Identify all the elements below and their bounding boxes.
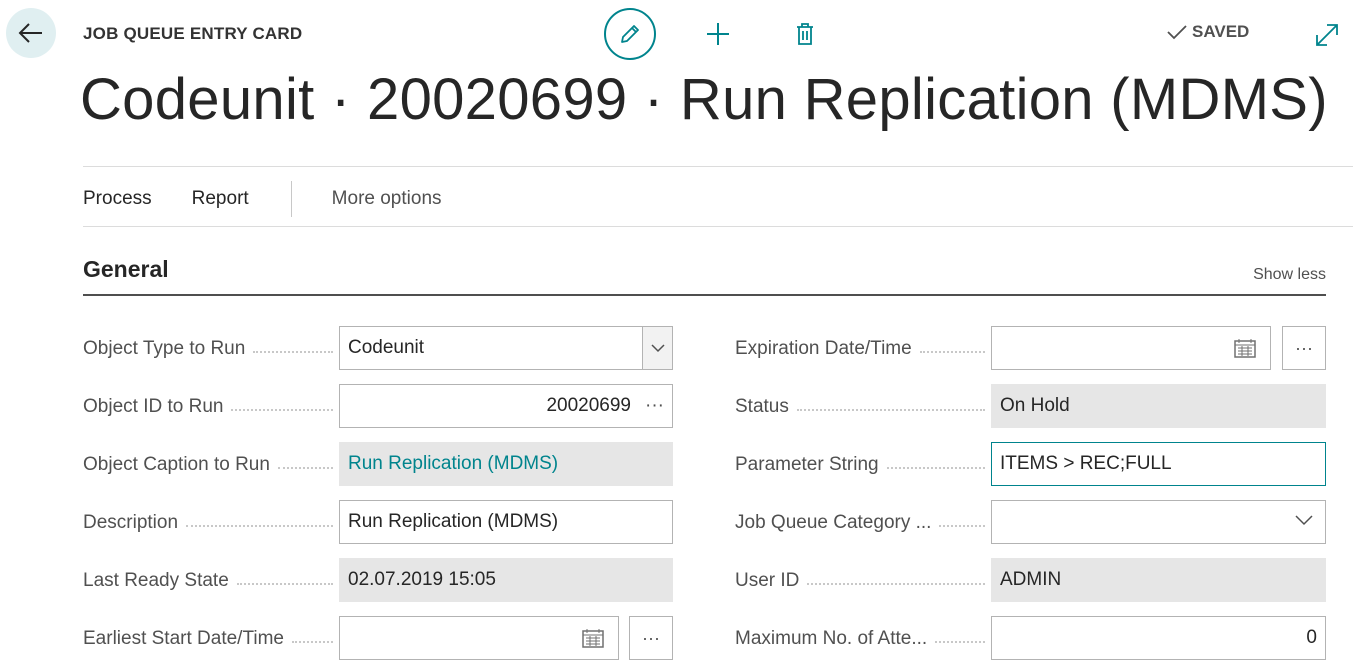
expand-button[interactable] [1314,22,1342,50]
label-leader [796,409,985,411]
description-label: Description [83,512,179,533]
user-id-field: ADMIN [991,558,1326,602]
category-label: Job Queue Category ... [735,512,932,533]
last-ready-state-field: 02.07.2019 15:05 [339,558,673,602]
earliest-start-label: Earliest Start Date/Time [83,628,284,649]
last-ready-state-label: Last Ready State [83,570,229,591]
new-button[interactable] [702,18,734,50]
expiration-lookup[interactable]: ··· [1282,326,1326,370]
parameter-string-label-row: Parameter String [735,443,985,487]
object-type-label-row: Object Type to Run [83,327,333,371]
object-id-label: Object ID to Run [83,396,224,417]
object-type-select[interactable]: Codeunit [339,326,673,370]
edit-button[interactable] [604,8,656,60]
last-ready-state-label-row: Last Ready State [83,559,333,603]
back-arrow-icon [18,23,42,43]
calendar-icon[interactable] [1234,338,1256,358]
status-value: On Hold [1000,395,1070,416]
back-button[interactable] [6,8,56,58]
select-dropdown-button[interactable] [642,327,672,369]
label-leader [236,583,333,585]
last-ready-state-value: 02.07.2019 15:05 [348,569,496,590]
category-select[interactable] [991,500,1326,544]
earliest-start-input[interactable] [339,616,619,660]
object-id-value: 20020699 [546,395,632,416]
max-attempts-value: 0 [1306,627,1317,648]
delete-button[interactable] [790,18,820,50]
earliest-start-label-row: Earliest Start Date/Time [83,617,333,660]
status-label-row: Status [735,385,985,429]
expiration-label: Expiration Date/Time [735,338,912,359]
saved-status: SAVED [1166,22,1249,42]
label-leader [919,351,985,353]
description-input[interactable]: Run Replication (MDMS) [339,500,673,544]
description-label-row: Description [83,501,333,545]
chevron-down-icon [650,343,665,352]
label-leader [935,641,985,643]
object-id-label-row: Object ID to Run [83,385,333,429]
object-type-label: Object Type to Run [83,338,246,359]
object-type-value: Codeunit [348,337,425,358]
saved-label: SAVED [1192,22,1250,41]
parameter-string-label: Parameter String [735,454,879,475]
label-leader [886,467,985,469]
label-leader [186,525,333,527]
max-attempts-input[interactable]: 0 [991,616,1326,660]
object-id-field[interactable]: 20020699 ··· [339,384,673,428]
label-leader [291,641,333,643]
expiration-input[interactable] [991,326,1271,370]
pencil-icon [621,25,639,43]
plus-icon [707,23,729,45]
trash-icon [797,23,813,45]
status-field: On Hold [991,384,1326,428]
checkmark-icon [1167,25,1187,40]
object-id-lookup[interactable]: ··· [645,395,664,417]
status-label: Status [735,396,789,417]
section-title: General [83,256,169,282]
expiration-label-row: Expiration Date/Time [735,327,985,371]
object-caption-link[interactable]: Run Replication (MDMS) [348,453,558,475]
section-underline [83,294,1326,296]
title-divider [83,166,1353,167]
label-leader [807,583,985,585]
action-bar: Process Report More options [83,180,482,218]
action-divider [83,226,1353,227]
max-attempts-label: Maximum No. of Atte... [735,628,928,649]
description-value: Run Replication (MDMS) [348,511,559,532]
page-title: Codeunit · 20020699 · Run Replication (M… [80,67,1328,132]
user-id-label: User ID [735,570,800,591]
object-caption-label-row: Object Caption to Run [83,443,333,487]
max-attempts-label-row: Maximum No. of Atte... [735,617,985,660]
more-options-menu[interactable]: More options [332,188,442,210]
parameter-string-value: ITEMS > REC;FULL [1000,453,1172,474]
show-less-link[interactable]: Show less [1253,266,1326,284]
label-leader [939,525,985,527]
object-caption-field: Run Replication (MDMS) [339,442,673,486]
parameter-string-input[interactable]: ITEMS > REC;FULL [991,442,1326,486]
label-leader [231,409,333,411]
object-caption-label: Object Caption to Run [83,454,270,475]
report-menu[interactable]: Report [192,188,249,210]
category-label-row: Job Queue Category ... [735,501,985,545]
user-id-value: ADMIN [1000,569,1062,590]
chevron-down-icon [1295,515,1313,526]
user-id-label-row: User ID [735,559,985,603]
earliest-start-lookup[interactable]: ··· [629,616,673,660]
label-leader [253,351,333,353]
process-menu[interactable]: Process [83,188,152,210]
card-type-label: JOB QUEUE ENTRY CARD [83,24,303,43]
expand-icon [1316,24,1338,46]
label-leader [277,467,333,469]
action-separator [290,181,292,217]
calendar-icon[interactable] [582,628,604,648]
